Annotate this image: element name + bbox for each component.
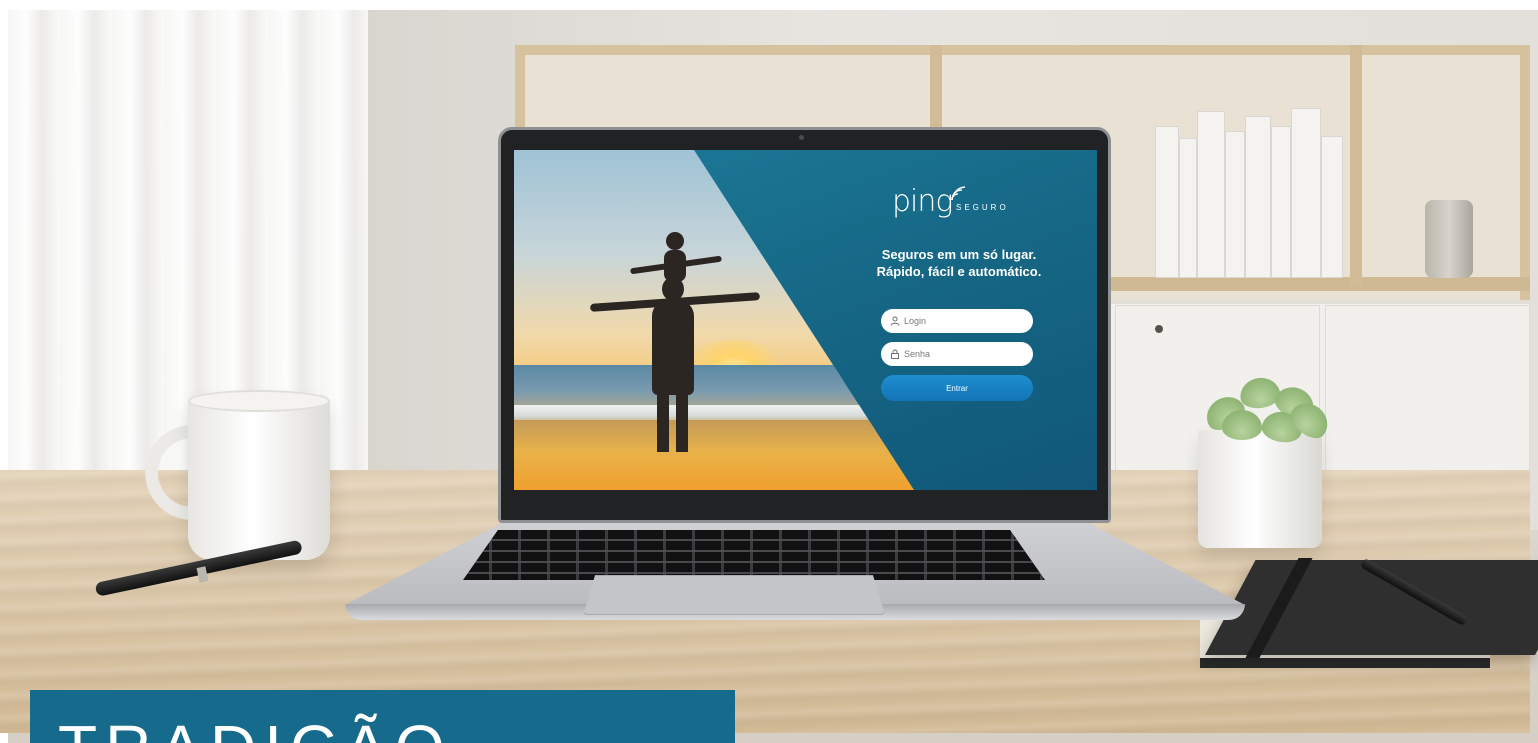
user-icon bbox=[890, 316, 900, 326]
trackpad bbox=[583, 575, 885, 615]
logo-subtitle: SEGURO bbox=[956, 203, 1009, 212]
login-screen: ping SEGURO Seguros em um só lugar. Rápi… bbox=[514, 150, 1097, 490]
glass-jar bbox=[1425, 200, 1473, 278]
password-input[interactable] bbox=[904, 349, 1024, 359]
tagline-line-1: Seguros em um só lugar. bbox=[881, 247, 1037, 262]
books bbox=[1155, 108, 1355, 278]
login-input[interactable] bbox=[904, 316, 1024, 326]
cabinet-door bbox=[1325, 305, 1530, 495]
entrar-button[interactable]: Entrar bbox=[881, 375, 1033, 401]
webcam bbox=[799, 135, 804, 140]
banner-text: TRADIÇÃO bbox=[58, 716, 453, 743]
father-silhouette bbox=[652, 300, 694, 395]
mug-rim bbox=[188, 390, 330, 412]
keyboard-rows bbox=[463, 530, 1045, 580]
tagline: Seguros em um só lugar. Rápido, fácil e … bbox=[854, 246, 1064, 280]
password-field[interactable] bbox=[881, 342, 1033, 366]
login-field[interactable] bbox=[881, 309, 1033, 333]
tradicao-banner: TRADIÇÃO bbox=[30, 690, 735, 743]
lock-icon bbox=[891, 349, 899, 359]
tagline-line-2: Rápido, fácil e automático. bbox=[876, 264, 1042, 279]
signal-icon bbox=[951, 186, 966, 201]
cabinet-knob bbox=[1155, 325, 1163, 333]
logo-wordmark: ping bbox=[892, 184, 953, 219]
coffee-mug bbox=[188, 395, 330, 560]
